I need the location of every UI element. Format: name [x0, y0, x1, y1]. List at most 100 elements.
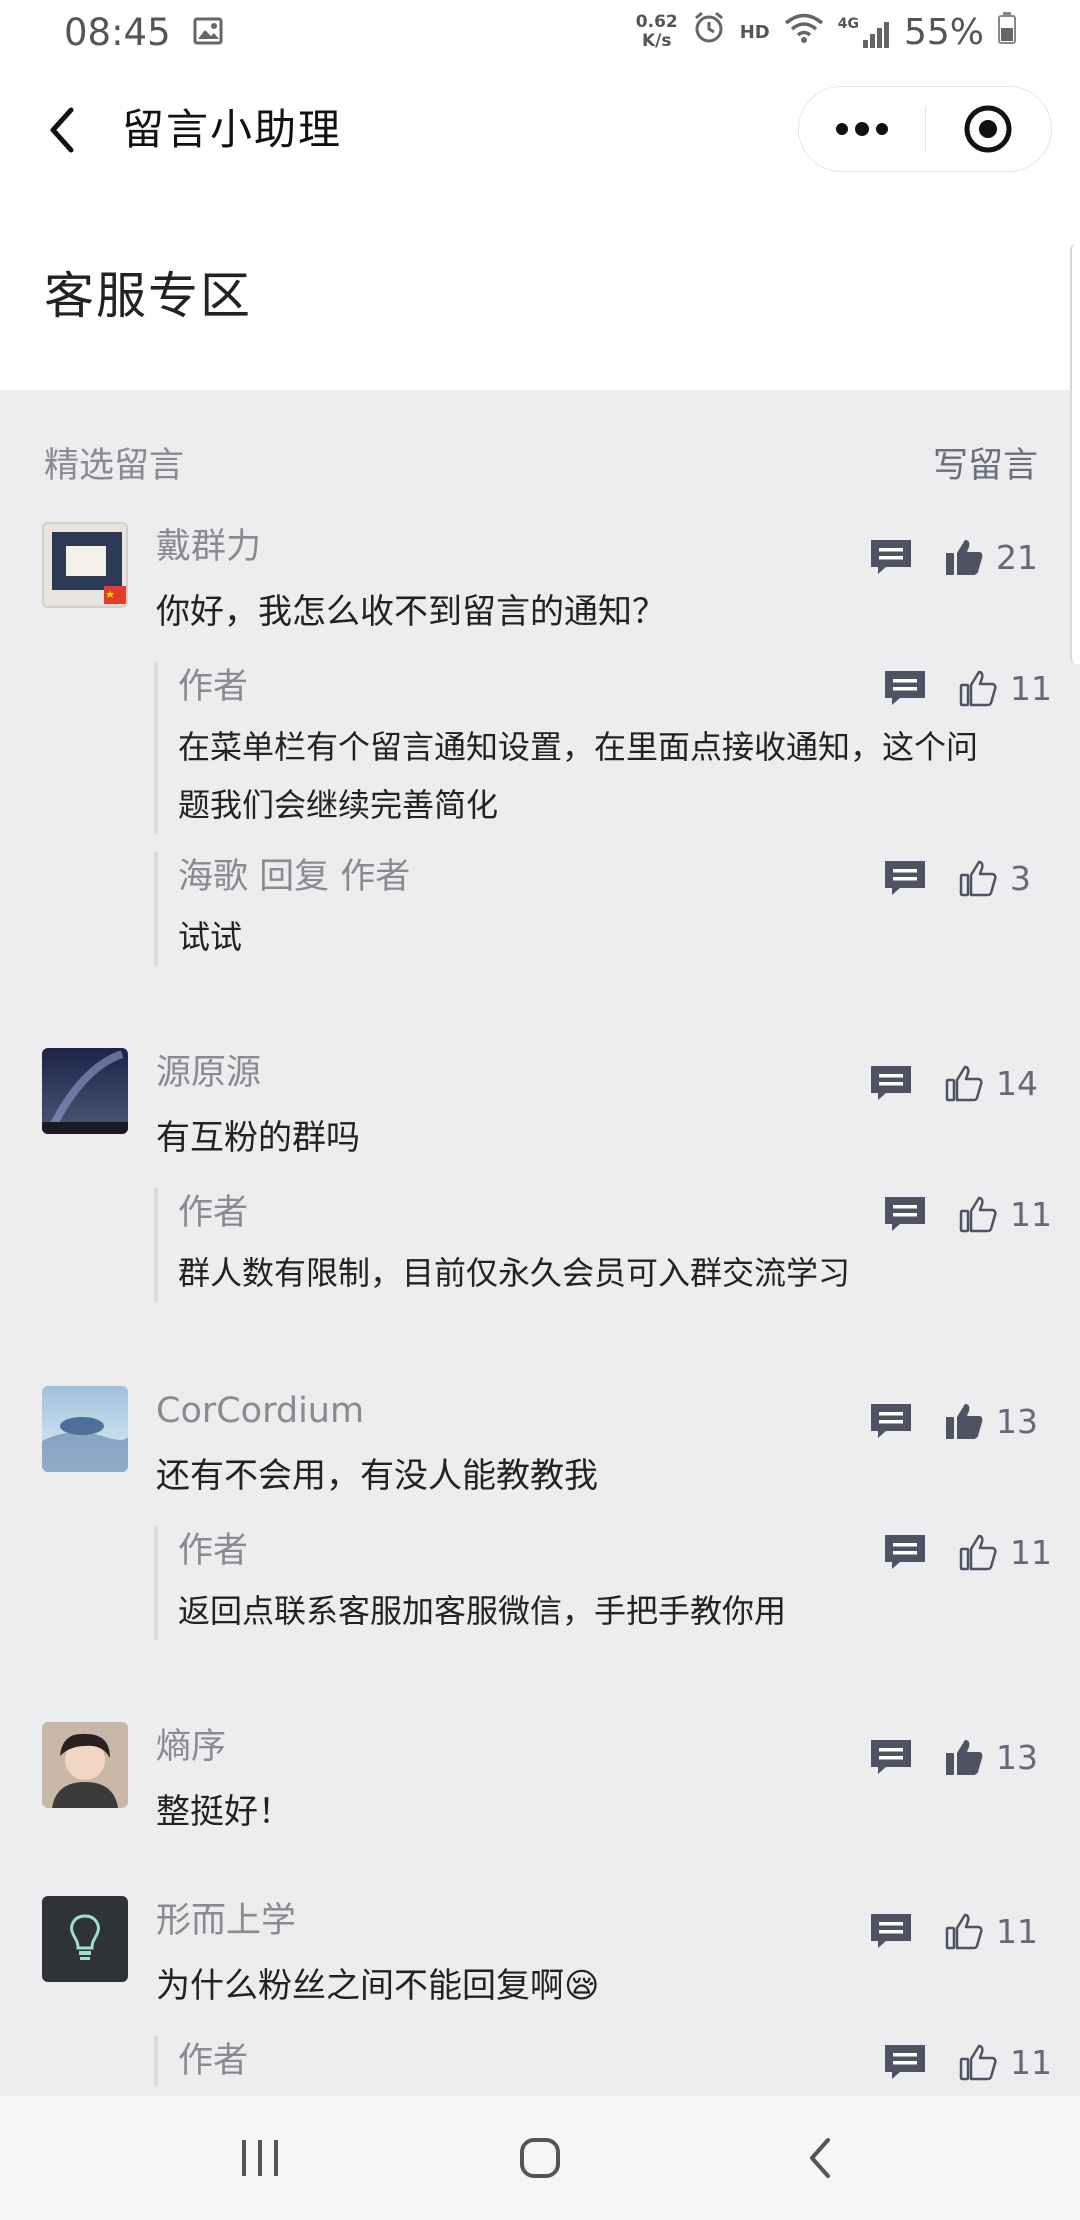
page-title: 客服专区: [44, 267, 252, 325]
like-button[interactable]: 3: [958, 858, 1054, 898]
like-button[interactable]: 11: [944, 1911, 1040, 1951]
reply-button[interactable]: [868, 1911, 914, 1951]
like-count: 11: [1010, 2042, 1052, 2082]
author-reply: 作者 11 在菜单栏有个留言通知设置，在里面点接收通知，这个问题我们会继续完善简…: [154, 662, 1054, 834]
home-button[interactable]: [480, 2118, 600, 2198]
comment-bubble-icon: [871, 1404, 911, 1438]
gallery-icon: [193, 11, 223, 54]
like-button[interactable]: 11: [958, 1194, 1054, 1234]
like-count: 11: [1010, 668, 1052, 708]
comment-bubble-icon: [885, 671, 925, 705]
close-mini-program-button[interactable]: [926, 86, 1051, 172]
user-reply: 海歌 回复 作者 3 试试: [154, 852, 1054, 966]
author-reply: 作者 11 群人数有限制，目前仅永久会员可入群交流学习: [154, 1188, 1054, 1302]
more-button[interactable]: [799, 86, 925, 172]
thumbs-up-filled-icon: [946, 540, 983, 575]
thumbs-up-outline-icon: [945, 1913, 983, 1950]
comment-user-name[interactable]: 形而上学: [156, 1896, 296, 1946]
comment-actions: 11: [868, 1906, 1040, 1956]
comment-bubble-icon: [885, 1197, 925, 1231]
reply-button[interactable]: [882, 1532, 928, 1572]
author-reply: 作者 11: [154, 2036, 1054, 2086]
avatar[interactable]: [42, 1896, 128, 1982]
comment-user-name[interactable]: 熵序: [156, 1722, 226, 1772]
comment-actions: 14: [868, 1058, 1040, 1108]
like-button[interactable]: 21: [944, 537, 1040, 577]
chevron-left-icon: [810, 2138, 830, 2178]
reply-button[interactable]: [868, 1737, 914, 1777]
battery-percent: 55%: [903, 11, 984, 53]
network-speed: 0.62 K/s: [636, 13, 678, 51]
avatar[interactable]: [42, 1386, 128, 1472]
reply-button[interactable]: [882, 668, 928, 708]
status-time: 08:45: [64, 10, 171, 54]
recent-apps-button[interactable]: [200, 2118, 320, 2198]
more-dots-icon: [836, 122, 888, 136]
comment-user-name[interactable]: 戴群力: [156, 522, 261, 572]
comment-user-name[interactable]: CorCordium: [156, 1386, 364, 1436]
comment-bubble-icon: [871, 540, 911, 574]
avatar[interactable]: [42, 1048, 128, 1134]
comment-user-name[interactable]: 源原源: [156, 1048, 261, 1098]
thumbs-up-outline-icon: [959, 860, 997, 897]
speed-unit: K/s: [642, 31, 672, 51]
status-right: 0.62 K/s HD 4G 55%: [636, 11, 1016, 54]
like-button[interactable]: 11: [958, 668, 1054, 708]
thumbs-up-outline-icon: [945, 1065, 983, 1102]
system-back-button[interactable]: [760, 2118, 880, 2198]
reply-actions: 11: [882, 668, 1054, 708]
comment-bubble-icon: [871, 1914, 911, 1948]
avatar[interactable]: [42, 1722, 128, 1808]
like-button[interactable]: 13: [944, 1737, 1040, 1777]
reply-text: 返回点联系客服加客服微信，手把手教你用: [178, 1592, 787, 1630]
like-button[interactable]: 11: [958, 1532, 1054, 1572]
thumbs-up-outline-icon: [959, 1534, 997, 1571]
reply-actions: 3: [882, 858, 1054, 898]
battery-icon: [998, 11, 1016, 53]
back-arrow-icon: [50, 107, 74, 153]
like-button[interactable]: 13: [944, 1401, 1040, 1441]
back-button[interactable]: [38, 98, 86, 162]
write-comment-link[interactable]: 写留言: [933, 437, 1038, 488]
nav-title: 留言小助理: [122, 105, 343, 154]
status-bar: 08:45 0.62 K/s HD 4G 55%: [0, 0, 1080, 64]
comment-bubble-icon: [871, 1740, 911, 1774]
comment-bubble-icon: [885, 2045, 925, 2079]
thumbs-up-outline-icon: [959, 2044, 997, 2081]
reply-button[interactable]: [882, 1194, 928, 1234]
section-header: 精选留言 写留言: [0, 432, 1080, 492]
status-left: 08:45: [64, 11, 223, 54]
thumbs-up-filled-icon: [946, 1740, 983, 1775]
like-count: 21: [996, 537, 1038, 577]
reply-actions: 11: [882, 1194, 1054, 1234]
mini-program-capsule: [798, 86, 1052, 172]
featured-comments-label: 精选留言: [44, 445, 185, 486]
recent-apps-icon: [242, 2140, 278, 2176]
like-count: 13: [996, 1401, 1038, 1441]
reply-text: 试试: [178, 918, 243, 956]
like-button[interactable]: 14: [944, 1063, 1040, 1103]
reply-button[interactable]: [868, 1063, 914, 1103]
target-close-icon: [964, 105, 1012, 153]
comment-bubble-icon: [885, 861, 925, 895]
comment-actions: 13: [868, 1732, 1040, 1782]
like-button[interactable]: 11: [958, 2042, 1054, 2082]
wifi-icon: [784, 12, 824, 53]
comment-actions: 13: [868, 1396, 1040, 1446]
reply-button[interactable]: [868, 1401, 914, 1441]
like-count: 11: [1010, 1194, 1052, 1234]
thumbs-up-outline-icon: [959, 670, 997, 707]
comment-text: 为什么粉丝之间不能回复啊😪: [156, 1966, 600, 2006]
reply-text: 在菜单栏有个留言通知设置，在里面点接收通知，这个问题我们会继续完善简化: [178, 728, 979, 824]
avatar[interactable]: [42, 522, 128, 608]
like-count: 3: [1010, 858, 1031, 898]
comment-text: 你好，我怎么收不到留言的通知？: [156, 592, 666, 632]
reply-button[interactable]: [882, 2042, 928, 2082]
comment-text: 还有不会用，有没人能教教我: [156, 1456, 598, 1496]
comment-actions: 21: [868, 532, 1040, 582]
like-count: 13: [996, 1737, 1038, 1777]
reply-button[interactable]: [882, 858, 928, 898]
reply-button[interactable]: [868, 537, 914, 577]
speed-value: 0.62: [635, 12, 678, 32]
reply-actions: 11: [882, 2042, 1054, 2082]
